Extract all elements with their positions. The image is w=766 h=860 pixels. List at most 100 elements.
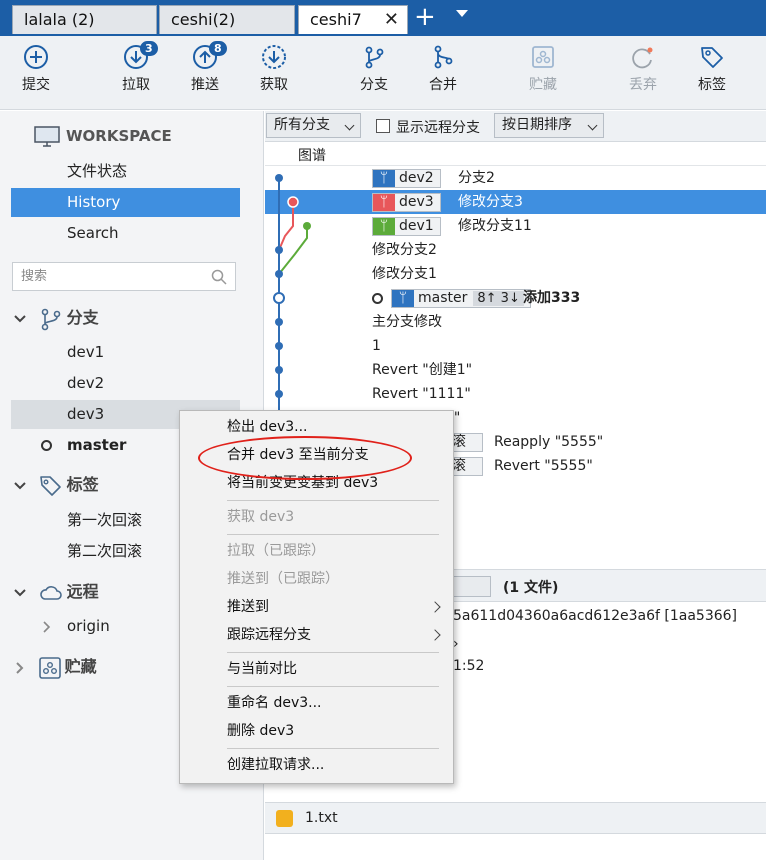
branch-label-master[interactable]: ᛘ master 8↑ 3↓ bbox=[391, 289, 531, 308]
commit-row[interactable]: ᛘ dev1 修改分支11 bbox=[265, 214, 766, 238]
chevron-down-icon bbox=[344, 120, 355, 131]
menu-item-label: 推送到（已跟踪） bbox=[227, 571, 339, 587]
branch-label: dev2 bbox=[67, 374, 105, 392]
merge-button[interactable]: 合并 bbox=[413, 44, 473, 94]
sidebar-search-input[interactable]: 搜索 bbox=[12, 262, 236, 291]
tag-label: 第二次回滚 bbox=[67, 542, 143, 560]
commit-row[interactable]: ᛘ dev2 分支2 bbox=[265, 166, 766, 190]
head-marker-icon bbox=[372, 293, 383, 304]
menu-separator bbox=[227, 500, 439, 501]
commit-message: 主分支修改 bbox=[372, 314, 442, 330]
monitor-icon bbox=[34, 125, 60, 147]
tag-icon bbox=[701, 47, 723, 68]
branch-button[interactable]: 分支 bbox=[344, 44, 404, 94]
pull-button[interactable]: 3 拉取 bbox=[106, 41, 166, 94]
branch-label-dev2[interactable]: ᛘ dev2 bbox=[372, 169, 441, 188]
stash-label: 贮藏 bbox=[529, 77, 557, 93]
close-icon[interactable]: ✕ bbox=[384, 6, 399, 33]
commit-message: Reapply "5555" bbox=[494, 434, 604, 450]
merge-icon bbox=[434, 45, 453, 69]
commit-row[interactable]: 修改分支2 bbox=[265, 238, 766, 262]
workspace-header[interactable]: WORKSPACE bbox=[34, 121, 172, 151]
menu-item-push-to[interactable]: 推送到 bbox=[180, 593, 453, 621]
modified-file-icon bbox=[276, 810, 293, 827]
workspace-title: WORKSPACE bbox=[66, 127, 172, 145]
commit-row[interactable]: 1 bbox=[265, 334, 766, 358]
stashes-header[interactable]: 贮藏 bbox=[13, 652, 97, 682]
stashes-title: 贮藏 bbox=[64, 657, 97, 676]
branch-label-dev3[interactable]: ᛘ dev3 bbox=[372, 193, 441, 212]
menu-item-label: 将当前变更变基到 dev3 bbox=[227, 475, 379, 491]
branches-header[interactable]: 分支 bbox=[13, 303, 99, 333]
stash-button[interactable]: 贮藏 bbox=[513, 44, 573, 94]
menu-item-rebase[interactable]: 将当前变更变基到 dev3 bbox=[180, 469, 453, 497]
menu-item-checkout[interactable]: 检出 dev3... bbox=[180, 413, 453, 441]
tab-ceshi7[interactable]: ceshi7 ✕ bbox=[298, 5, 408, 34]
tab-ceshi[interactable]: ceshi(2) bbox=[159, 5, 295, 34]
new-tab-icon[interactable]: + bbox=[414, 2, 436, 32]
menu-item-pull-tracked[interactable]: 拉取（已跟踪） bbox=[180, 537, 453, 565]
file-list-item[interactable]: 1.txt bbox=[265, 802, 766, 834]
discard-label: 丢弃 bbox=[629, 77, 657, 93]
branch-label: 分支 bbox=[360, 77, 388, 93]
commit-row[interactable]: 主分支修改 bbox=[265, 310, 766, 334]
menu-separator bbox=[227, 652, 439, 653]
push-button[interactable]: 8 推送 bbox=[175, 41, 235, 94]
toolbar: 提交 3 拉取 8 推送 获取 分支 合并 贮藏 丢弃 标签 bbox=[0, 36, 766, 110]
fetch-button[interactable]: 获取 bbox=[244, 44, 304, 94]
menu-item-track-remote[interactable]: 跟踪远程分支 bbox=[180, 621, 453, 649]
fetch-icon bbox=[262, 45, 286, 69]
discard-button[interactable]: 丢弃 bbox=[613, 44, 673, 94]
stash-icon bbox=[532, 46, 554, 68]
graph-header: 图谱 bbox=[265, 142, 766, 166]
sidebar-item-search[interactable]: Search bbox=[11, 219, 240, 248]
tab-label: ceshi(2) bbox=[171, 10, 236, 29]
tag-button[interactable]: 标签 bbox=[682, 44, 742, 94]
commit-message: 修改分支3 bbox=[458, 194, 523, 210]
commit-row-selected[interactable]: ᛘ dev3 修改分支3 bbox=[265, 190, 766, 214]
branch-name: master bbox=[418, 290, 468, 306]
commit-row[interactable]: ᛘ master 8↑ 3↓ 添加333 bbox=[265, 286, 766, 310]
commit-button[interactable]: 提交 bbox=[6, 44, 66, 94]
branch-name: dev3 bbox=[399, 194, 434, 210]
commit-row[interactable]: Revert "1111" bbox=[265, 382, 766, 406]
menu-item-label: 推送到 bbox=[227, 599, 269, 615]
files-count: (1 文件) bbox=[503, 580, 559, 596]
branch-label-dev1[interactable]: ᛘ dev1 bbox=[372, 217, 441, 236]
branches-title: 分支 bbox=[66, 308, 99, 327]
menu-item-rename[interactable]: 重命名 dev3... bbox=[180, 689, 453, 717]
commit-row[interactable]: Revert "创建1" bbox=[265, 358, 766, 382]
commit-message: 修改分支1 bbox=[372, 266, 437, 282]
tab-lalala[interactable]: lalala (2) bbox=[12, 5, 157, 34]
menu-item-merge[interactable]: 合并 dev3 至当前分支 bbox=[180, 441, 453, 469]
branch-icon bbox=[365, 46, 384, 69]
tags-header[interactable]: 标签 bbox=[13, 470, 99, 500]
chevron-right-icon bbox=[43, 621, 51, 633]
commit-message: 修改分支11 bbox=[458, 218, 532, 234]
all-branches-dropdown[interactable]: 所有分支 bbox=[266, 113, 361, 138]
sort-dropdown[interactable]: 按日期排序 bbox=[494, 113, 604, 138]
menu-item-delete[interactable]: 删除 dev3 bbox=[180, 717, 453, 745]
sidebar-branch-dev2[interactable]: dev2 bbox=[11, 369, 240, 398]
dropdown-label: 按日期排序 bbox=[502, 117, 572, 133]
commit-row[interactable]: 修改分支1 bbox=[265, 262, 766, 286]
menu-item-push-tracked[interactable]: 推送到（已跟踪） bbox=[180, 565, 453, 593]
push-badge: 8 bbox=[209, 41, 227, 56]
sidebar-item-label: History bbox=[67, 193, 121, 211]
list-view-icon[interactable] bbox=[453, 576, 491, 597]
file-name: 1.txt bbox=[305, 810, 338, 826]
current-branch-icon bbox=[41, 440, 52, 451]
menu-item-fetch[interactable]: 获取 dev3 bbox=[180, 503, 453, 531]
remotes-header[interactable]: 远程 bbox=[13, 577, 99, 607]
remotes-title: 远程 bbox=[66, 582, 99, 601]
chevron-down-icon[interactable] bbox=[456, 10, 468, 17]
sidebar-item-history[interactable]: History bbox=[11, 188, 240, 217]
sidebar-item-file-status[interactable]: 文件状态 bbox=[11, 157, 240, 186]
sidebar-branch-dev1[interactable]: dev1 bbox=[11, 338, 240, 367]
show-remote-checkbox[interactable] bbox=[376, 119, 390, 133]
menu-item-label: 创建拉取请求... bbox=[227, 757, 325, 773]
menu-item-compare[interactable]: 与当前对比 bbox=[180, 655, 453, 683]
push-label: 推送 bbox=[191, 77, 219, 93]
menu-item-create-pr[interactable]: 创建拉取请求... bbox=[180, 751, 453, 779]
tag-name: 滚 bbox=[452, 434, 466, 450]
